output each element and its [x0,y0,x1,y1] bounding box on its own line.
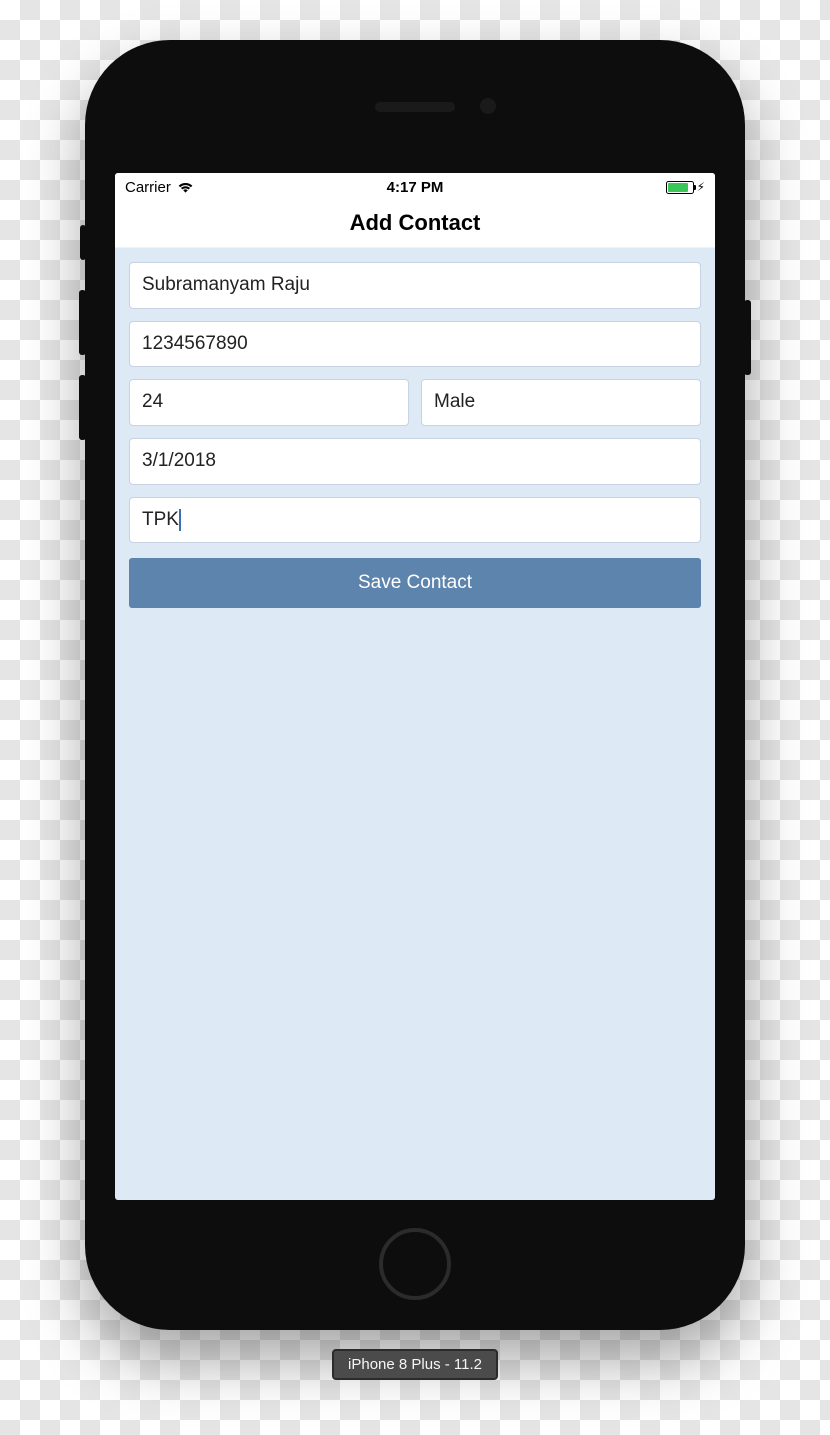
simulator-label: iPhone 8 Plus - 11.2 [332,1349,498,1380]
speaker-grille [375,102,455,112]
code-field[interactable]: TPK [129,497,701,544]
phone-screen: Carrier 4:17 PM ⚡︎ Add Contact TPK Save … [115,173,715,1200]
front-camera [480,98,496,114]
device-frame: Carrier 4:17 PM ⚡︎ Add Contact TPK Save … [85,40,745,1330]
code-value: TPK [142,509,179,530]
mute-switch [80,225,86,260]
date-field[interactable] [129,438,701,485]
gender-field[interactable] [421,379,701,426]
phone-field[interactable] [129,321,701,368]
page-title: Add Contact [115,201,715,248]
save-contact-button[interactable]: Save Contact [129,558,701,608]
form-area: TPK Save Contact [115,248,715,622]
volume-down-button [79,375,86,440]
power-button [744,300,751,375]
clock: 4:17 PM [115,179,715,196]
wifi-icon [177,181,194,194]
carrier-label: Carrier [125,179,171,196]
status-bar: Carrier 4:17 PM ⚡︎ [115,173,715,201]
volume-up-button [79,290,86,355]
home-button[interactable] [379,1228,451,1300]
battery-icon [666,181,694,194]
name-field[interactable] [129,262,701,309]
age-field[interactable] [129,379,409,426]
text-cursor [179,509,181,531]
charging-icon: ⚡︎ [697,180,705,194]
